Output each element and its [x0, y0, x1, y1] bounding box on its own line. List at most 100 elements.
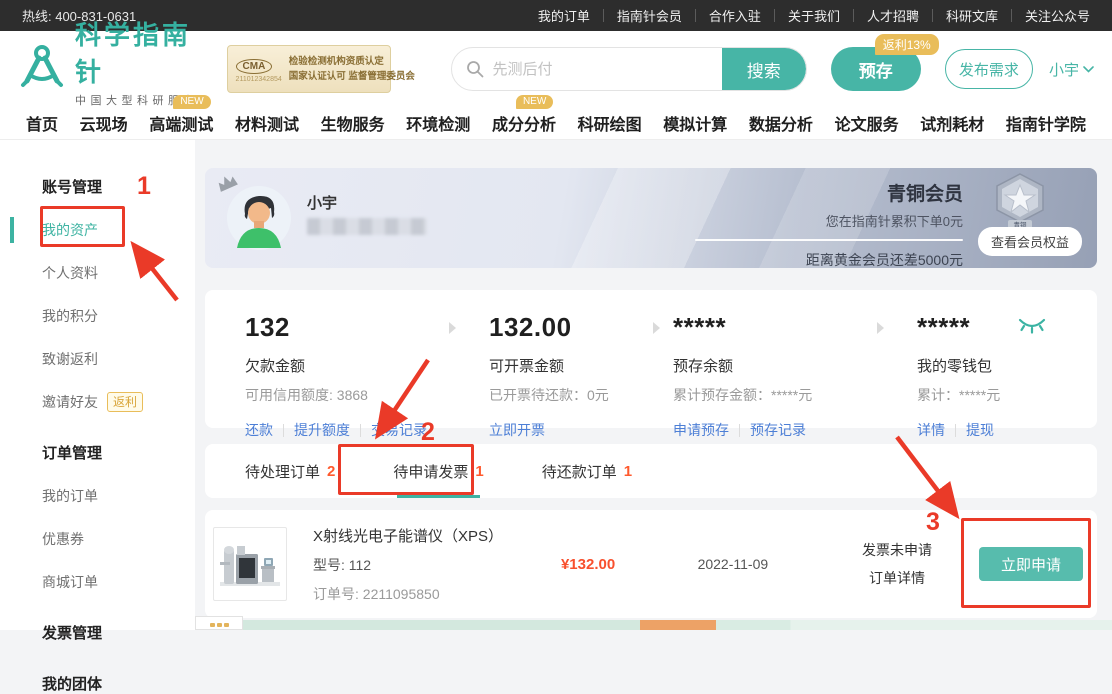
- member-level-block: 青铜会员 您在指南针累积下单0元 距离黄金会员还差5000元: [695, 179, 963, 268]
- withdraw-link[interactable]: 提现: [966, 420, 994, 440]
- cma-certificate-badge: CMA 211012342854 检验检测机构资质认定 国家认证认可 监督管理委…: [227, 45, 391, 93]
- stat-sub: 累计：*****元: [917, 385, 1081, 405]
- rebate-tag: 返利: [107, 392, 143, 412]
- nav-item-bio-service[interactable]: 生物服务: [321, 111, 385, 135]
- repay-link[interactable]: 还款: [245, 420, 273, 440]
- member-gap-text: 距离黄金会员还差5000元: [806, 250, 963, 268]
- divider: [695, 9, 696, 22]
- nav-item-home[interactable]: 首页: [26, 111, 58, 135]
- product-title: X射线光电子能谱仪（XPS）: [313, 525, 525, 546]
- active-indicator: [10, 217, 14, 243]
- eye-closed-icon[interactable]: [1018, 317, 1046, 339]
- sidebar-item-profile[interactable]: 个人资料: [42, 263, 195, 283]
- search-button[interactable]: 搜索: [722, 47, 806, 91]
- sidebar-group-title-account[interactable]: 账号管理: [42, 176, 195, 197]
- nav-item-highend-test[interactable]: 高端测试NEW: [149, 111, 213, 135]
- search-icon: [466, 60, 484, 78]
- topbar-link-library[interactable]: 科研文库: [946, 6, 998, 25]
- nav-item-sci-drawing[interactable]: 科研绘图: [578, 111, 642, 135]
- chevron-right-icon: [639, 312, 673, 428]
- compass-icon: [18, 43, 66, 96]
- bottom-widget: [195, 616, 243, 630]
- apply-prestore-link[interactable]: 申请预存: [673, 420, 729, 440]
- sidebar-item-thanks-rebate[interactable]: 致谢返利: [42, 349, 195, 369]
- divider: [853, 9, 854, 22]
- sidebar-group-invoices: 发票管理: [42, 622, 195, 643]
- divider: [360, 424, 361, 437]
- prestore-records-link[interactable]: 预存记录: [750, 420, 806, 440]
- member-banner: 小宇 青铜会员 您在指南针累积下单0元 距离黄金会员还差5000元 青铜 查看会…: [205, 168, 1097, 268]
- invoice-now-link[interactable]: 立即开票: [489, 420, 545, 440]
- nav-item-material-test[interactable]: 材料测试: [235, 111, 299, 135]
- nav-item-composition[interactable]: 成分分析NEW: [492, 111, 556, 135]
- product-model: 型号: 112: [313, 555, 525, 575]
- nav-item-simulation[interactable]: 模拟计算: [663, 111, 727, 135]
- cma-text: 检验检测机构资质认定 国家认证认可 监督管理委员会: [289, 54, 415, 84]
- view-benefits-button[interactable]: 查看会员权益: [978, 227, 1082, 256]
- apply-invoice-button[interactable]: 立即申请: [979, 547, 1083, 581]
- nav-item-data-analysis[interactable]: 数据分析: [749, 111, 813, 135]
- sidebar-item-my-orders[interactable]: 我的订单: [42, 486, 195, 506]
- search-input[interactable]: [484, 61, 722, 78]
- tab-invoice-to-apply[interactable]: 待申请发票1: [393, 444, 483, 498]
- chevron-right-icon: [435, 312, 469, 428]
- sidebar-item-points[interactable]: 我的积分: [42, 306, 195, 326]
- publish-demand-button[interactable]: 发布需求: [945, 49, 1033, 89]
- sidebar-group-title-invoices[interactable]: 发票管理: [42, 622, 195, 643]
- topbar-link-partner[interactable]: 合作入驻: [709, 6, 761, 25]
- stat-sub: 已开票待还款：0元: [489, 385, 639, 405]
- avatar: [227, 186, 291, 255]
- transactions-link[interactable]: 交易记录: [371, 420, 427, 440]
- sidebar-group-account: 账号管理 我的资产 个人资料 我的积分 致谢返利 邀请好友 返利: [42, 176, 195, 412]
- tab-count: 2: [327, 463, 335, 480]
- invoice-status: 发票未申请: [815, 536, 979, 564]
- order-detail-link[interactable]: 订单详情: [815, 564, 979, 592]
- topbar-link-my-orders[interactable]: 我的订单: [538, 6, 590, 25]
- order-row: X射线光电子能谱仪（XPS） 型号: 112 订单号: 2211095850 ¥…: [205, 510, 1097, 618]
- brand-name: 科学指南针: [75, 15, 213, 89]
- prestore-button[interactable]: 预存 返利13%: [831, 47, 921, 91]
- sidebar-item-coupons[interactable]: 优惠券: [42, 529, 195, 549]
- order-price: ¥132.00: [525, 556, 650, 573]
- cma-line2: 国家认证认可 监督管理委员会: [289, 69, 415, 84]
- divider: [955, 424, 956, 437]
- masked-phone: [307, 218, 427, 235]
- stat-debt: 132 欠款金额 可用信用额度: 3868 还款 提升额度 交易记录: [245, 312, 435, 428]
- sidebar-item-invite-friends[interactable]: 邀请好友 返利: [42, 392, 195, 412]
- user-menu[interactable]: 小宇: [1049, 59, 1094, 80]
- member-level: 青铜会员: [887, 179, 963, 206]
- stat-value: 132.00: [489, 312, 639, 343]
- new-badge: NEW: [516, 95, 553, 109]
- topbar-link-about[interactable]: 关于我们: [788, 6, 840, 25]
- stat-sub: 累计预存金额：*****元: [673, 385, 863, 405]
- wallet-detail-link[interactable]: 详情: [917, 420, 945, 440]
- nav-item-academy[interactable]: 指南针学院: [1006, 111, 1086, 135]
- topbar-link-wechat[interactable]: 关注公众号: [1025, 6, 1090, 25]
- nav-item-cloud[interactable]: 云现场: [80, 111, 128, 135]
- sidebar-group-title-orders[interactable]: 订单管理: [42, 442, 195, 463]
- tab-count: 1: [475, 463, 483, 480]
- member-progress-bar: [695, 239, 963, 241]
- nav-item-paper-service[interactable]: 论文服务: [835, 111, 899, 135]
- nav-item-reagents[interactable]: 试剂耗材: [920, 111, 984, 135]
- assets-stats-card: 132 欠款金额 可用信用额度: 3868 还款 提升额度 交易记录 132.0…: [205, 290, 1097, 428]
- member-accumulated: 您在指南针累积下单0元: [826, 211, 963, 230]
- topbar-link-jobs[interactable]: 人才招聘: [867, 6, 919, 25]
- product-thumbnail: [213, 527, 287, 601]
- sidebar-group-title-team[interactable]: 我的团体: [42, 673, 195, 694]
- tab-repayment-orders[interactable]: 待还款订单1: [542, 444, 632, 498]
- header: 科学指南针 中国大型科研服务机构 CMA 211012342854 检验检测机构…: [0, 31, 1112, 107]
- divider: [774, 9, 775, 22]
- divider: [283, 424, 284, 437]
- stat-invoiceable: 132.00 可开票金额 已开票待还款：0元 立即开票: [469, 312, 639, 428]
- sidebar-item-mall-orders[interactable]: 商城订单: [42, 572, 195, 592]
- divider: [739, 424, 740, 437]
- nav-item-env-test[interactable]: 环境检测: [406, 111, 470, 135]
- stat-wallet: ***** 我的零钱包 累计：*****元 详情 提现: [897, 312, 1081, 428]
- divider: [603, 9, 604, 22]
- tab-pending-orders[interactable]: 待处理订单2: [245, 444, 335, 498]
- topbar-link-membership[interactable]: 指南针会员: [617, 6, 682, 25]
- raise-limit-link[interactable]: 提升额度: [294, 420, 350, 440]
- order-number: 订单号: 2211095850: [313, 584, 525, 604]
- sidebar-item-my-assets[interactable]: 我的资产: [42, 220, 195, 240]
